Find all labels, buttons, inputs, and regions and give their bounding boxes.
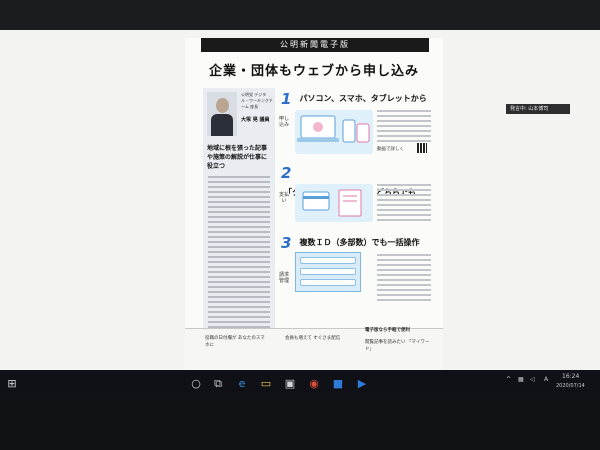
windows-logo-icon[interactable]: ⊞ [2,374,22,394]
chrome-icon[interactable]: ◉ [304,374,324,394]
bottom-left-title: 役職の日付欄が あなたのスマホに [205,336,265,348]
task-view-icon[interactable]: ⧉ [208,374,228,394]
outlook-icon[interactable]: ■ [328,374,348,394]
section-number: 2 [281,163,292,182]
interview-heading: 地域に根を張った記事や施策の解説が仕事に役立つ [207,145,268,170]
newspaper-banner: 公明新聞電子版 [201,38,429,52]
volume-icon[interactable]: ◁ [530,376,535,383]
store-icon[interactable]: ▣ [280,374,300,394]
section-label: 支払い [279,192,290,204]
section-number: 3 [281,233,292,252]
interviewee-name: 大塚 晃 議員 [241,117,270,123]
section-label: 申し込み [279,116,290,128]
video-icon[interactable]: ▶ [352,374,372,394]
tray-date[interactable]: 2020/07/14 [556,383,585,389]
section-body-text [377,110,431,145]
section-number: 1 [281,89,292,108]
tray-time[interactable]: 16:24 [562,373,579,380]
bottom-strip: 役職の日付欄が あなたのスマホに 会員も増えて すぐさま配信 電子版なら手軽で便… [185,328,443,370]
section-title: 複数ＩＤ（多部数）でも一括操作 [299,238,420,247]
credit-card-icon [302,189,362,217]
interviewee-role: 公明党 デジタル・ワーキングチーム 座長 [241,92,273,109]
section-2: 2 「クレジット」「請求書」どちらでも 支払い [279,162,431,226]
section-3: 3 複数ＩＤ（多部数）でも一括操作 請求管理 [279,232,431,322]
section-title: パソコン、スマホ、タブレットから [299,94,427,103]
section-label: 請求管理 [279,272,290,284]
interview-body-text [208,176,270,341]
monitor-bezel [0,398,600,450]
taskbar: ⊞ ○ ⧉ e ▭ ▣ ◉ ■ ▶ ^ ▦ ◁ A 16:24 2020/07/… [0,370,600,398]
portrait-photo [207,92,237,136]
bottom-center-title: 会員も増えて すぐさま配信 [285,336,341,341]
file-explorer-icon[interactable]: ▭ [256,374,276,394]
devices-illustration [295,110,373,154]
section-body-text [377,254,431,304]
newspaper-page: 公明新聞電子版 企業・団体もウェブから申し込み 公明党 デジタル・ワーキングチー… [185,38,443,370]
qr-code-icon[interactable] [417,143,427,153]
page-headline: 企業・団体もウェブから申し込み [208,64,419,79]
section-body-text [377,184,431,224]
speaker-badge: 発言中: 山本博司 [506,104,570,114]
network-icon[interactable]: ▦ [518,376,524,383]
payment-illustration [295,184,373,222]
bottom-right-banner: 電子版なら手軽で便利 [365,328,410,333]
interview-column: 公明党 デジタル・ワーキングチーム 座長 大塚 晃 議員 地域に根を張った記事や… [203,88,275,348]
bottom-right-title: 閲覧記事を読みたい 「マイワード」 [365,340,430,352]
video-caption: 動画で詳しく [377,147,404,152]
section-1: 1 パソコン、スマホ、タブレットから 申し込み 動画で詳しく [279,88,431,158]
laptop-phone-icon [297,115,370,143]
circle-search-icon[interactable]: ○ [186,374,206,394]
account-management-panel [295,252,361,292]
tray-chevron-icon[interactable]: ^ [506,376,511,383]
edge-icon[interactable]: e [232,374,252,394]
desktop-screen: 公明新聞電子版 企業・団体もウェブから申し込み 公明党 デジタル・ワーキングチー… [0,30,600,370]
ime-indicator[interactable]: A [544,376,548,383]
